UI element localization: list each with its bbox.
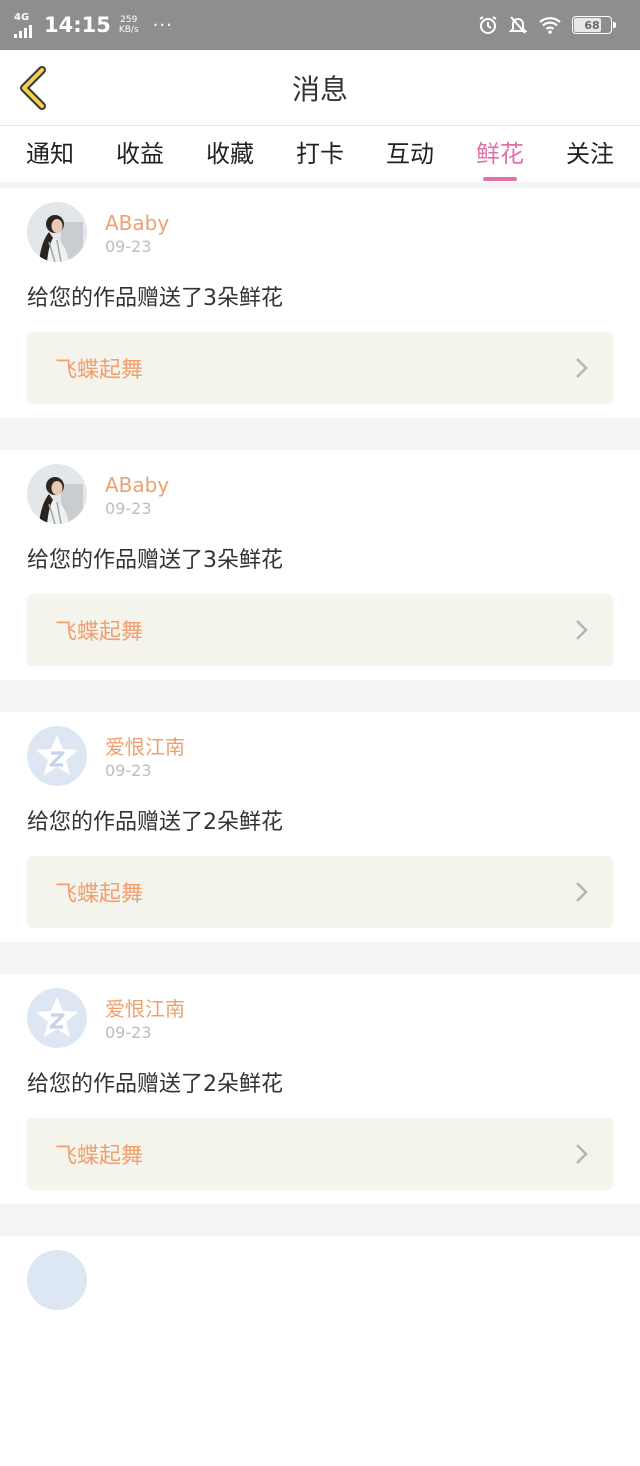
- header: 消息: [0, 50, 640, 126]
- message-date: 09-23: [105, 237, 152, 256]
- message-date: 09-23: [105, 499, 152, 518]
- list-item: 爱恨江南 09-23 给您的作品赠送了2朵鲜花 飞蝶起舞: [0, 974, 640, 1204]
- chevron-right-icon: [576, 358, 588, 378]
- chevron-right-icon: [576, 620, 588, 640]
- work-link[interactable]: 飞蝶起舞: [27, 594, 613, 666]
- mute-bell-icon: [508, 16, 528, 34]
- tab-interaction[interactable]: 互动: [386, 126, 434, 182]
- tab-flowers[interactable]: 鲜花: [476, 126, 524, 182]
- battery-icon: 68: [572, 16, 616, 34]
- list-item: ABaby 09-23 给您的作品赠送了3朵鲜花 飞蝶起舞: [0, 450, 640, 680]
- work-link[interactable]: 飞蝶起舞: [27, 332, 613, 404]
- tab-earnings[interactable]: 收益: [116, 126, 164, 182]
- user-name[interactable]: ABaby: [105, 472, 169, 498]
- message-text: 给您的作品赠送了3朵鲜花: [27, 548, 283, 573]
- user-name[interactable]: 爱恨江南: [105, 734, 185, 760]
- wifi-icon: [539, 17, 561, 34]
- network-type: 4G: [14, 11, 30, 23]
- message-date: 09-23: [105, 761, 152, 780]
- work-title: 飞蝶起舞: [55, 1144, 144, 1169]
- message-date: 09-23: [105, 1023, 152, 1042]
- avatar[interactable]: [27, 1250, 87, 1310]
- work-title: 飞蝶起舞: [55, 620, 144, 645]
- list-item-partial: [0, 1236, 640, 1466]
- avatar[interactable]: [27, 464, 87, 524]
- work-title: 飞蝶起舞: [55, 358, 144, 383]
- list-item: ABaby 09-23 给您的作品赠送了3朵鲜花 飞蝶起舞: [0, 188, 640, 418]
- list-item: 爱恨江南 09-23 给您的作品赠送了2朵鲜花 飞蝶起舞: [0, 712, 640, 942]
- avatar[interactable]: [27, 988, 87, 1048]
- alarm-icon: [479, 16, 497, 34]
- more-notifications-icon: ···: [152, 14, 173, 36]
- tab-favorites[interactable]: 收藏: [206, 126, 254, 182]
- tab-bar: 通知 收益 收藏 打卡 互动 鲜花 关注: [0, 126, 640, 182]
- work-link[interactable]: 飞蝶起舞: [27, 856, 613, 928]
- avatar[interactable]: [27, 202, 87, 262]
- chevron-left-icon[interactable]: [14, 66, 54, 110]
- network-speed: 259 KB/s: [118, 15, 139, 35]
- tab-checkin[interactable]: 打卡: [296, 126, 344, 182]
- signal-icon: 4G: [14, 11, 32, 38]
- message-list: ABaby 09-23 给您的作品赠送了3朵鲜花 飞蝶起舞 ABaby 09-2…: [0, 188, 640, 1466]
- tab-follow[interactable]: 关注: [566, 126, 614, 182]
- user-name[interactable]: ABaby: [105, 210, 169, 236]
- work-link[interactable]: 飞蝶起舞: [27, 1118, 613, 1190]
- message-text: 给您的作品赠送了2朵鲜花: [27, 810, 283, 835]
- user-name[interactable]: 爱恨江南: [105, 996, 185, 1022]
- status-bar: 4G 14:15 259 KB/s ··· 68: [0, 0, 640, 50]
- avatar[interactable]: [27, 726, 87, 786]
- tab-notify[interactable]: 通知: [26, 126, 74, 182]
- clock: 14:15: [44, 13, 111, 37]
- message-text: 给您的作品赠送了2朵鲜花: [27, 1072, 283, 1097]
- message-text: 给您的作品赠送了3朵鲜花: [27, 286, 283, 311]
- chevron-right-icon: [576, 882, 588, 902]
- work-title: 飞蝶起舞: [55, 882, 144, 907]
- chevron-right-icon: [576, 1144, 588, 1164]
- page-title: 消息: [291, 72, 348, 106]
